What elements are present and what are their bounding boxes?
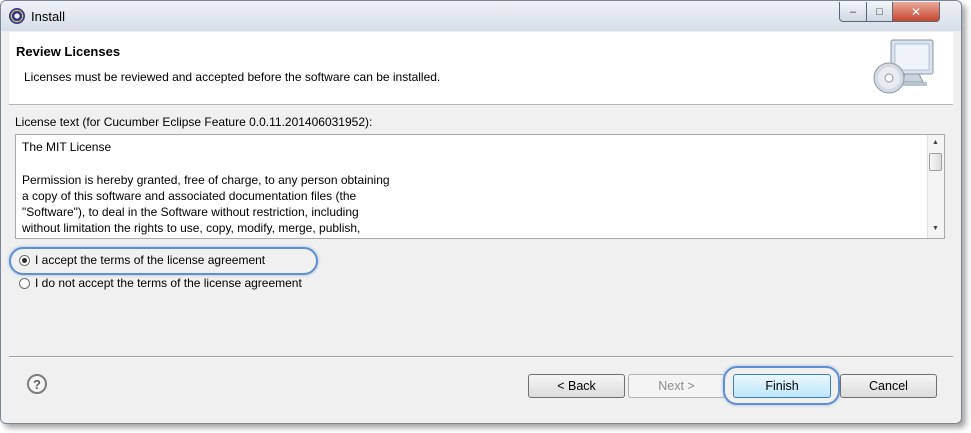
license-text: The MIT License Permission is hereby gra… xyxy=(22,140,390,236)
license-text-label: License text (for Cucumber Eclipse Featu… xyxy=(15,115,373,129)
title-bar[interactable]: Install – □ ✕ xyxy=(1,1,961,31)
minimize-button[interactable]: – xyxy=(839,2,867,22)
scroll-thumb[interactable] xyxy=(929,153,942,171)
page-subtitle: Licenses must be reviewed and accepted b… xyxy=(24,70,441,84)
install-dialog: Install – □ ✕ Review Licenses Licenses m… xyxy=(0,0,962,424)
cancel-button[interactable]: Cancel xyxy=(840,374,937,398)
window-title: Install xyxy=(31,9,65,24)
scroll-down-icon[interactable]: ▼ xyxy=(932,225,939,232)
eclipse-icon xyxy=(9,8,25,24)
help-icon: ? xyxy=(33,376,41,392)
maximize-icon: □ xyxy=(876,5,883,18)
decline-license-option[interactable]: I do not accept the terms of the license… xyxy=(19,276,302,290)
dialog-header: Review Licenses Licenses must be reviewe… xyxy=(9,32,953,105)
finish-button[interactable]: Finish xyxy=(733,374,831,398)
minimize-icon: – xyxy=(849,5,857,18)
scroll-up-icon[interactable]: ▲ xyxy=(932,139,939,146)
help-button[interactable]: ? xyxy=(27,374,47,394)
decline-radio[interactable] xyxy=(19,277,30,289)
decline-label: I do not accept the terms of the license… xyxy=(35,276,302,290)
close-button[interactable]: ✕ xyxy=(892,2,940,22)
back-button[interactable]: < Back xyxy=(528,374,625,398)
close-icon: ✕ xyxy=(910,4,922,19)
maximize-button[interactable]: □ xyxy=(866,2,893,22)
accept-radio[interactable] xyxy=(19,254,30,266)
license-text-area[interactable]: The MIT License Permission is hereby gra… xyxy=(15,134,945,239)
page-title: Review Licenses xyxy=(16,44,121,59)
footer-divider xyxy=(9,356,953,358)
next-button[interactable]: Next > xyxy=(628,374,725,398)
accept-license-option[interactable]: I accept the terms of the license agreem… xyxy=(19,253,265,267)
license-scrollbar[interactable]: ▲ ▼ xyxy=(927,135,944,238)
install-monitor-cd-icon xyxy=(873,39,934,94)
accept-label: I accept the terms of the license agreem… xyxy=(35,253,266,267)
